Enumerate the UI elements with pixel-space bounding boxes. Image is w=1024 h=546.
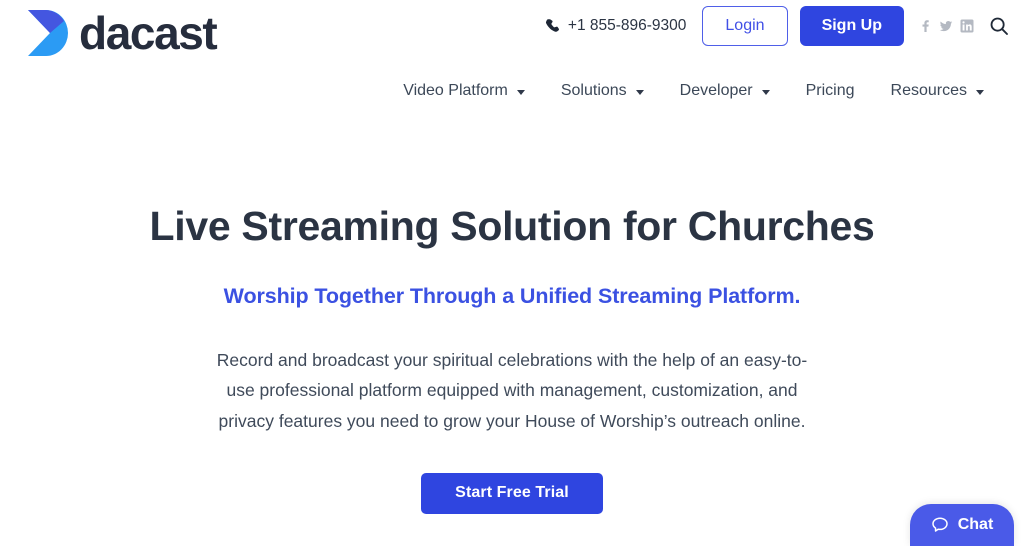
dacast-chevron-logo-icon [28, 10, 68, 56]
social-links [918, 19, 974, 33]
twitter-icon[interactable] [939, 19, 953, 33]
brand-wordmark: dacast [79, 7, 218, 59]
start-free-trial-button[interactable]: Start Free Trial [421, 472, 603, 514]
hero-subtitle: Worship Together Through a Unified Strea… [223, 284, 801, 309]
nav-item-resources[interactable]: Resources [873, 78, 1002, 104]
chevron-down-icon [976, 89, 984, 95]
hero-section: Live Streaming Solution for Churches Wor… [0, 118, 1024, 514]
phone-number: +1 855-896-9300 [567, 17, 687, 34]
nav-item-label: Resources [890, 82, 967, 99]
nav-item-developer[interactable]: Developer [662, 78, 788, 104]
nav-item-label: Developer [679, 82, 753, 99]
header-utility-row: +1 855-896-9300 Login Sign Up [545, 6, 1010, 46]
hero-description: Record and broadcast your spiritual cele… [216, 350, 808, 431]
page-title: Live Streaming Solution for Churches [149, 203, 875, 249]
chat-bubble-icon [931, 517, 948, 532]
signup-button[interactable]: Sign Up [799, 6, 904, 46]
nav-item-solutions[interactable]: Solutions [543, 78, 662, 104]
brand-logo-link[interactable]: dacast [24, 7, 218, 59]
chevron-down-icon [516, 89, 525, 95]
facebook-icon[interactable] [918, 19, 932, 33]
nav-item-video-platform[interactable]: Video Platform [385, 78, 543, 104]
chevron-down-icon [761, 89, 770, 95]
phone-link[interactable]: +1 855-896-9300 [545, 17, 687, 35]
chat-label: Chat [957, 516, 994, 533]
nav-item-label: Pricing [805, 82, 855, 99]
chat-widget-button[interactable]: Chat [910, 504, 1014, 546]
chevron-down-icon [635, 89, 644, 95]
nav-item-label: Solutions [560, 82, 627, 99]
nav-item-label: Video Platform [403, 82, 508, 99]
nav-item-pricing[interactable]: Pricing [788, 78, 873, 104]
search-icon[interactable] [988, 15, 1010, 37]
phone-icon [545, 19, 559, 32]
login-button[interactable]: Login [702, 6, 788, 46]
site-header: dacast +1 855-896-9300 Login Sign Up Vid… [0, 0, 1024, 118]
linkedin-icon[interactable] [960, 19, 974, 33]
main-navigation: Video Platform Solutions Developer Prici… [385, 78, 1002, 104]
